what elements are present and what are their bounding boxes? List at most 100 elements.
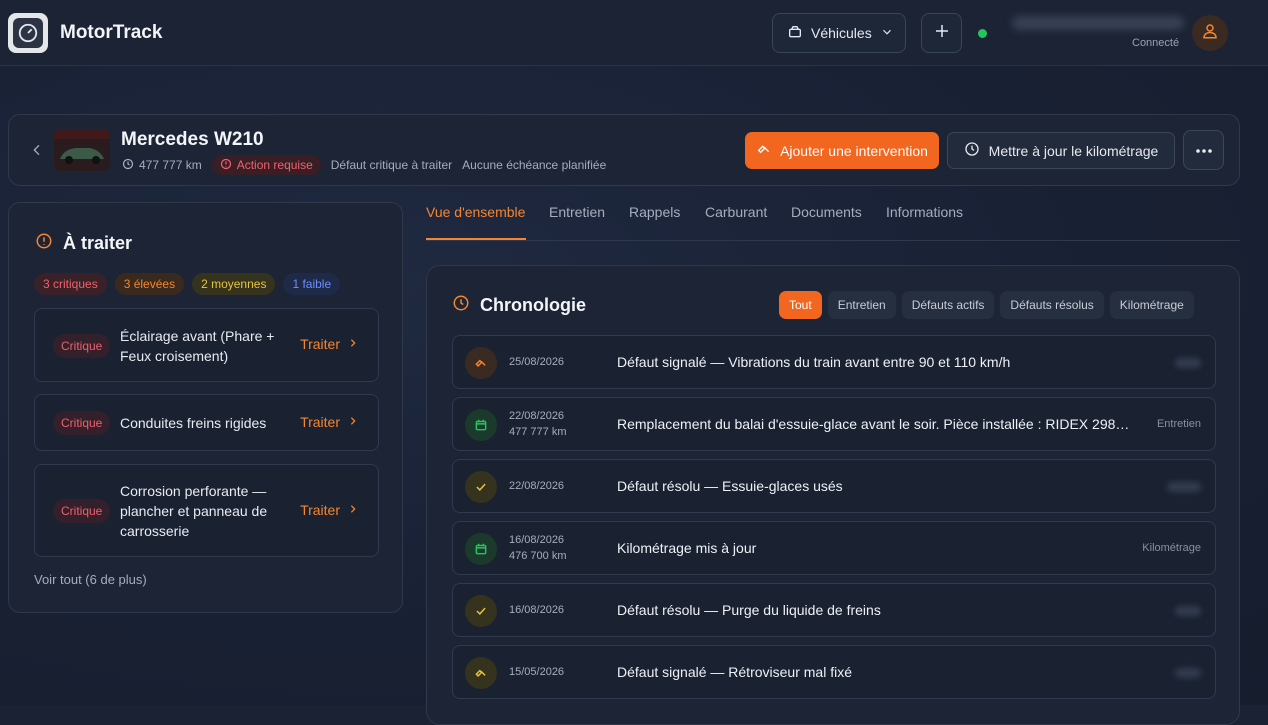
todo-item[interactable]: Critique Corrosion perforante — plancher…	[34, 464, 379, 557]
severity-counts: 3 critiques 3 élevées 2 moyennes 1 faibl…	[34, 273, 341, 295]
severity-tag: Critique	[53, 499, 111, 523]
timeline-heading: Chronologie	[452, 294, 586, 317]
critical-count-pill[interactable]: 3 critiques	[34, 273, 107, 295]
treat-label: Traiter	[300, 336, 340, 352]
row-date: 15/05/2026	[509, 666, 565, 678]
tab-maintenance[interactable]: Entretien	[549, 204, 605, 220]
treat-link[interactable]: Traiter	[300, 414, 358, 430]
treat-link[interactable]: Traiter	[300, 336, 358, 352]
chevron-down-icon	[880, 25, 894, 42]
todo-item-text: Conduites freins rigides	[120, 415, 267, 431]
treat-label: Traiter	[300, 414, 340, 430]
filter-mileage[interactable]: Kilométrage	[1109, 291, 1194, 319]
tab-reminders[interactable]: Rappels	[629, 204, 680, 220]
row-text: Défaut résolu — Essuie-glaces usés	[617, 478, 843, 494]
row-km-value: 476 700 km	[509, 550, 567, 562]
app-logo[interactable]	[8, 13, 48, 53]
vehicle-thumbnail	[54, 129, 110, 171]
mileage: 477 777 km	[122, 158, 202, 173]
row-tag-redacted	[1175, 668, 1201, 678]
tab-bar: Vue d'ensemble Entretien Rappels Carbura…	[426, 200, 1240, 241]
row-text: Défaut signalé — Rétroviseur mal fixé	[617, 664, 852, 680]
todo-title: À traiter	[63, 233, 133, 253]
action-required-label: Action requise	[236, 158, 313, 172]
timeline-row[interactable]: 22/08/2026 477 777 km Remplacement du ba…	[452, 397, 1216, 451]
todo-item-text: Corrosion perforante — plancher et panne…	[120, 483, 268, 539]
row-tag: Kilométrage	[1142, 542, 1201, 554]
calendar-icon	[465, 533, 497, 565]
user-email-redacted	[1012, 16, 1184, 30]
speedometer-icon	[13, 18, 43, 48]
more-options-button[interactable]	[1183, 130, 1224, 170]
severity-tag: Critique	[53, 334, 111, 358]
chevron-right-icon	[348, 414, 358, 430]
filter-resolved-defects[interactable]: Défauts résolus	[1000, 291, 1104, 319]
low-count-pill[interactable]: 1 faible	[283, 273, 341, 295]
plus-icon	[933, 22, 951, 45]
tab-fuel[interactable]: Carburant	[705, 204, 767, 220]
see-all-link[interactable]: Voir tout (6 de plus)	[34, 572, 147, 587]
row-tag-redacted	[1175, 606, 1201, 616]
timeline-row[interactable]: 16/08/2026 Défaut résolu — Purge du liqu…	[452, 583, 1216, 637]
row-text: Remplacement du balai d'essuie-glace ava…	[617, 416, 1130, 432]
clock-icon	[452, 294, 470, 317]
more-horizontal-icon	[1195, 141, 1213, 159]
todo-item-text: Éclairage avant (Phare + Feux croisement…	[120, 328, 275, 364]
vehicles-dropdown[interactable]: Véhicules	[772, 13, 906, 53]
connection-status: Connecté	[1132, 37, 1180, 49]
timeline-row[interactable]: 25/08/2026 Défaut signalé — Vibrations d…	[452, 335, 1216, 389]
vehicle-name: Mercedes W210	[121, 129, 264, 150]
medium-count-pill[interactable]: 2 moyennes	[192, 273, 276, 295]
treat-label: Traiter	[300, 502, 340, 518]
timeline-row[interactable]: 15/05/2026 Défaut signalé — Rétroviseur …	[452, 645, 1216, 699]
user-avatar[interactable]	[1192, 15, 1228, 51]
timeline-title: Chronologie	[480, 295, 586, 315]
chevron-left-icon[interactable]	[29, 141, 45, 164]
todo-item[interactable]: Critique Éclairage avant (Phare + Feux c…	[34, 308, 379, 382]
critical-defect-note: Défaut critique à traiter	[330, 158, 453, 172]
wrench-icon	[465, 657, 497, 689]
timeline-filters: Tout Entretien Défauts actifs Défauts ré…	[779, 291, 1194, 319]
todo-item[interactable]: Critique Conduites freins rigides Traite…	[34, 394, 379, 451]
mileage-value: 477 777 km	[139, 158, 202, 172]
row-date: 22/08/2026	[509, 480, 565, 492]
timeline-row[interactable]: 22/08/2026 Défaut résolu — Essuie-glaces…	[452, 459, 1216, 513]
filter-all[interactable]: Tout	[779, 291, 822, 319]
top-bar: MotorTrack Véhicules Connecté	[0, 0, 1268, 66]
filter-maintenance[interactable]: Entretien	[827, 291, 896, 319]
add-button[interactable]	[921, 13, 962, 53]
row-text: Défaut signalé — Vibrations du train ava…	[617, 354, 1011, 370]
tab-documents[interactable]: Documents	[791, 204, 862, 220]
clock-icon	[964, 141, 980, 160]
car-icon	[787, 24, 803, 43]
add-intervention-button[interactable]: Ajouter une intervention	[745, 132, 939, 169]
clock-icon	[122, 158, 134, 173]
chevron-right-icon	[348, 502, 358, 518]
timeline-panel: Chronologie Tout Entretien Défauts actif…	[426, 265, 1240, 725]
row-tag-redacted	[1175, 358, 1201, 368]
tab-information[interactable]: Informations	[886, 204, 963, 220]
vehicles-label: Véhicules	[811, 25, 872, 41]
high-count-pill[interactable]: 3 élevées	[114, 273, 185, 295]
severity-tag: Critique	[53, 411, 111, 435]
user-icon	[1201, 22, 1219, 45]
alert-icon	[35, 232, 53, 255]
vehicle-meta: 477 777 km Action requise Défaut critiqu…	[122, 155, 606, 175]
treat-link[interactable]: Traiter	[300, 502, 358, 518]
filter-active-defects[interactable]: Défauts actifs	[901, 291, 995, 319]
chevron-right-icon	[348, 336, 358, 352]
online-status-dot	[978, 29, 987, 38]
row-date: 25/08/2026	[509, 356, 565, 368]
update-mileage-button[interactable]: Mettre à jour le kilométrage	[947, 132, 1175, 169]
app-name: MotorTrack	[60, 22, 163, 43]
row-tag-redacted	[1167, 482, 1201, 492]
row-date: 16/08/2026	[509, 604, 565, 616]
row-text: Défaut résolu — Purge du liquide de frei…	[617, 602, 881, 618]
vehicle-header: Mercedes W210 477 777 km Action requise …	[8, 114, 1240, 186]
no-deadline-note: Aucune échéance planifiée	[462, 158, 607, 172]
update-mileage-label: Mettre à jour le kilométrage	[988, 142, 1159, 159]
row-tag: Entretien	[1156, 418, 1201, 430]
timeline-row[interactable]: 16/08/2026 476 700 km Kilométrage mis à …	[452, 521, 1216, 575]
tab-overview[interactable]: Vue d'ensemble	[426, 204, 525, 220]
row-text: Kilométrage mis à jour	[617, 540, 757, 556]
